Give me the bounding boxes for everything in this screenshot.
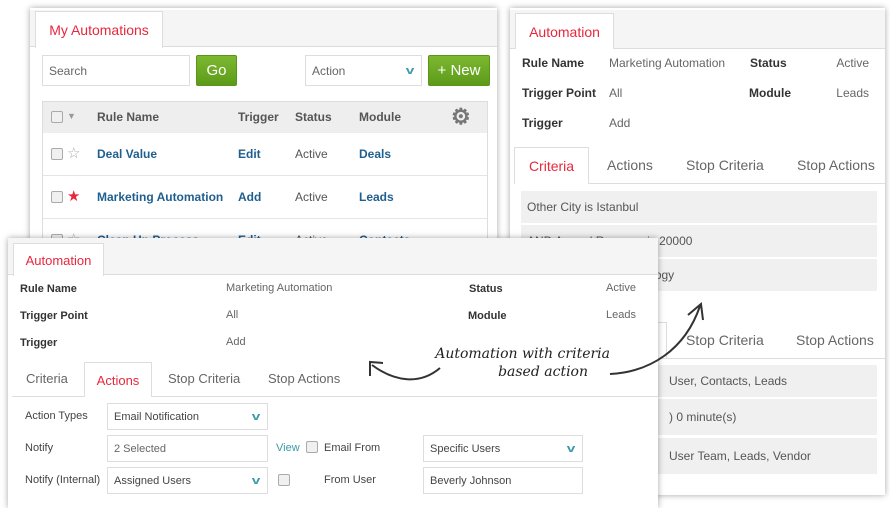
annotation-arrows: [369, 302, 704, 381]
annotation-text: Automation with criteria based action: [430, 345, 610, 381]
annotation-line-2: based action: [498, 364, 588, 380]
arrow-right: [609, 305, 701, 375]
annotation-line-1: Automation with criteria: [435, 346, 610, 362]
